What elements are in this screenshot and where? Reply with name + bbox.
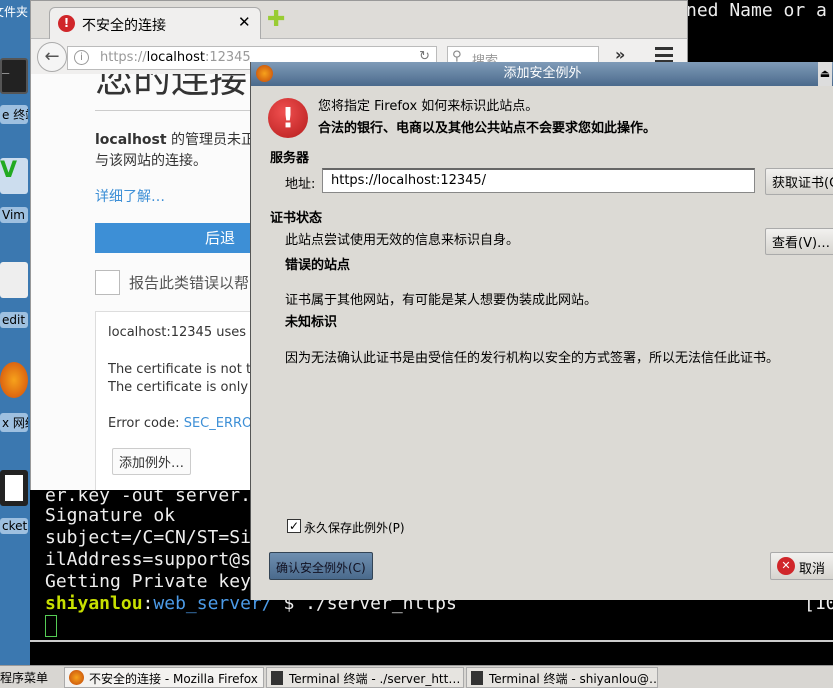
tab-insecure-connection[interactable]: ! 不安全的连接 ✕ <box>49 7 261 39</box>
intro-text: 您将指定 Firefox 如何来标识此站点。 <box>318 99 539 114</box>
cancel-icon: ✕ <box>777 557 795 575</box>
address-value: https://localhost:12345/ <box>331 173 487 188</box>
cert-status-heading: 证书状态 <box>270 211 323 226</box>
url-host: localhost <box>146 50 205 65</box>
sockets-icon[interactable] <box>0 470 28 506</box>
error-code: Error code: SEC_ERROR <box>108 416 261 431</box>
page-heading: 您的连接 <box>95 74 248 101</box>
taskbar-item-label: 不安全的连接 - Mozilla Firefox <box>89 672 258 686</box>
vim-icon[interactable]: V <box>0 158 28 194</box>
permanent-checkbox[interactable]: ✓ <box>287 519 301 533</box>
cancel-button[interactable]: ✕ 取消 <box>770 552 833 580</box>
url-port: :12345 <box>204 50 251 65</box>
desktop-label[interactable]: edit <box>0 312 28 328</box>
firefox-icon <box>256 65 273 82</box>
taskbar-item-label: Terminal 终端 - shiyanlou@… <box>489 672 658 686</box>
wrong-site-text: 证书属于其他网站，有可能是某人想要伪装成此网站。 <box>285 293 598 308</box>
dialog-titlebar: 添加安全例外 ⏏ <box>251 62 833 86</box>
desktop-label[interactable]: ckets <box>0 518 28 534</box>
prompt-sep: : <box>142 593 154 614</box>
intro-warning: 合法的银行、电商以及其他公共站点不会要求您如此操作。 <box>318 121 657 136</box>
new-tab-icon[interactable]: ✚ <box>267 9 285 31</box>
add-exception-button[interactable]: 添加例外… <box>112 448 192 475</box>
tab-title: 不安全的连接 <box>82 18 166 34</box>
terminal-window-top[interactable]: ned Name or a <box>686 0 833 62</box>
desktop-label[interactable]: x 网络 <box>0 413 28 432</box>
prompt-user: shiyanlou <box>45 593 143 614</box>
confirm-exception-button[interactable]: 确认安全例外(C) <box>269 552 373 580</box>
unknown-identity-heading: 未知标识 <box>285 315 338 330</box>
desktop-label[interactable]: Vim <box>0 207 28 223</box>
gedit-icon[interactable] <box>0 262 28 298</box>
terminal-icon[interactable]: _ <box>0 58 28 94</box>
terminal-line: subject=/C=CN/ST=Si <box>45 527 251 548</box>
url-text: https://localhost:12345 <box>100 50 251 65</box>
desktop-folder-label: 文件夹 <box>0 5 29 19</box>
info-icon[interactable]: i <box>74 50 89 65</box>
close-tab-icon[interactable]: ✕ <box>238 13 251 31</box>
server-heading: 服务器 <box>270 151 310 166</box>
warning-icon: ! <box>268 98 308 138</box>
dialog-title: 添加安全例外 <box>503 66 582 81</box>
view-certificate-button[interactable]: 查看(V)… <box>765 228 833 255</box>
desc-text: 与该网站的连接。 <box>95 153 207 169</box>
advanced-text: The certificate is not tru <box>108 362 265 377</box>
report-checkbox[interactable] <box>95 270 120 295</box>
menu-hamburger-icon[interactable] <box>655 47 673 63</box>
desc-text: 的管理员未正 <box>166 132 256 148</box>
get-certificate-button[interactable]: 获取证书(G) <box>765 168 833 195</box>
firefox-icon[interactable] <box>0 362 28 398</box>
back-button[interactable]: ← <box>37 42 67 72</box>
taskbar-item-terminal[interactable]: Terminal 终端 - shiyanlou@… <box>466 667 658 688</box>
report-label: 报告此类错误以帮 <box>129 274 250 292</box>
terminal-line: Signature ok <box>45 505 176 526</box>
address-input[interactable]: https://localhost:12345/ <box>322 168 755 193</box>
terminal-icon <box>271 671 283 685</box>
terminal-line: ilAddress=support@s <box>45 549 251 570</box>
url-scheme: https:// <box>100 50 147 65</box>
error-code-label: Error code: <box>108 416 184 431</box>
unknown-identity-text: 因为无法确认此证书是由受信任的发行机构以安全的方式签署，所以无法信任此证书。 <box>285 351 780 366</box>
terminal-line: Getting Private key <box>45 571 251 592</box>
terminal-icon <box>471 671 483 685</box>
go-back-label: 后退 <box>204 229 235 247</box>
learn-more-link[interactable]: 详细了解… <box>95 186 165 206</box>
taskbar-item-label: Terminal 终端 - ./server_htt… <box>289 672 461 686</box>
firefox-icon <box>69 670 84 685</box>
address-label: 地址: <box>285 177 316 192</box>
desc-host: localhost <box>95 132 167 148</box>
applications-menu[interactable]: 程序菜单 <box>0 667 60 688</box>
terminal-cursor <box>45 615 57 637</box>
add-security-exception-dialog: 添加安全例外 ⏏ ! 您将指定 Firefox 如何来标识此站点。 合法的银行、… <box>250 62 833 600</box>
warning-icon: ! <box>58 15 75 32</box>
cancel-label: 取消 <box>799 562 826 577</box>
terminal-text: ned Name or a <box>686 0 827 21</box>
cert-status-text: 此站点尝试使用无效的信息来标识自身。 <box>285 233 520 248</box>
permanent-label[interactable]: 永久保存此例外(P) <box>304 519 405 536</box>
advanced-text: localhost:12345 uses a <box>108 325 259 340</box>
taskbar-item-firefox[interactable]: 不安全的连接 - Mozilla Firefox <box>64 667 264 688</box>
wrong-site-heading: 错误的站点 <box>285 258 351 273</box>
shade-icon[interactable]: ⏏ <box>818 62 832 86</box>
taskbar-item-terminal[interactable]: Terminal 终端 - ./server_htt… <box>266 667 464 688</box>
error-description: localhost 的管理员未正与该网站的连接。 <box>95 130 255 172</box>
desktop-label[interactable]: e 终端 <box>0 105 28 124</box>
advanced-text: The certificate is only va <box>108 380 268 395</box>
